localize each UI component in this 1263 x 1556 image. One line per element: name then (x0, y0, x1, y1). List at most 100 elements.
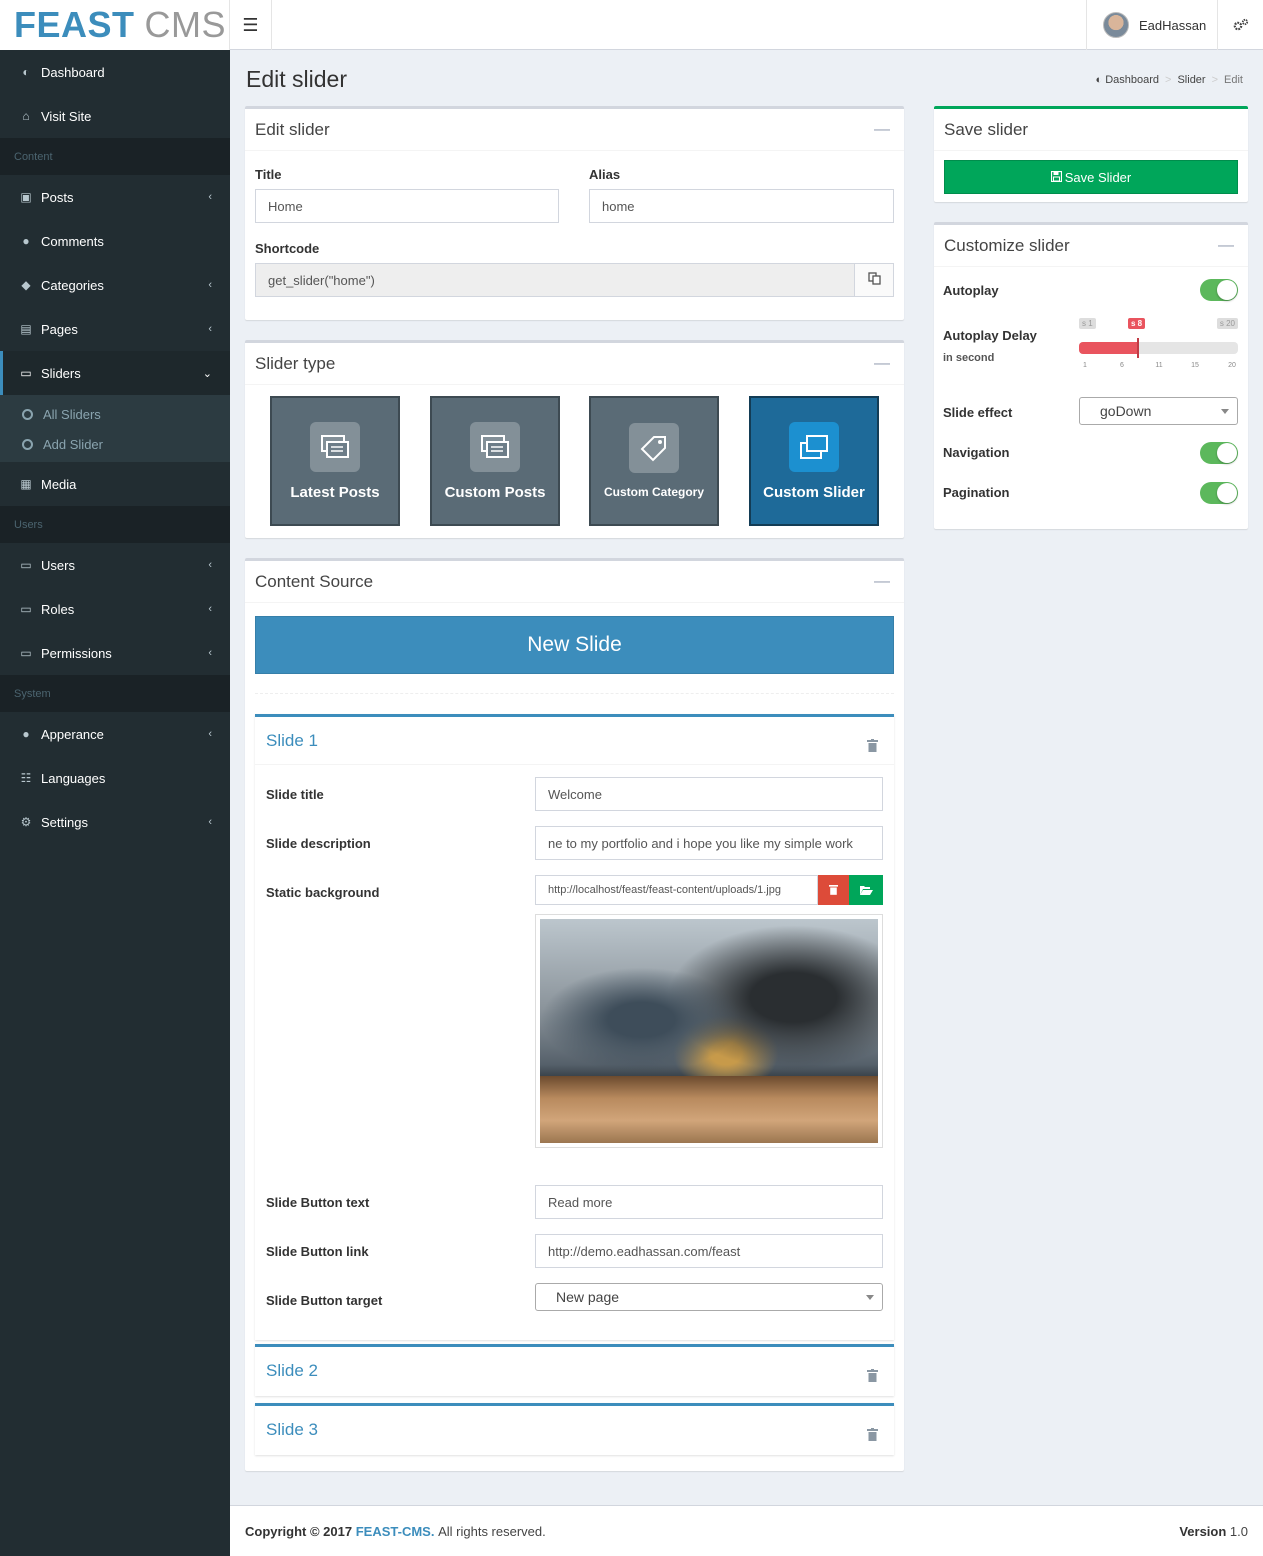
title-field[interactable]: Home (255, 189, 559, 223)
save-slider-button[interactable]: Save Slider (944, 160, 1238, 194)
slide-heading[interactable]: Slide 2 (255, 1347, 894, 1395)
breadcrumb-home[interactable]: ◐ Dashboard (1096, 74, 1160, 86)
autoplay-toggle[interactable] (1200, 279, 1238, 301)
circle-icon (22, 438, 33, 450)
browse-background-button[interactable] (849, 875, 883, 905)
sidebar-item-pages[interactable]: ▤ Pages ‹ (0, 307, 230, 351)
sidebar-item-permissions[interactable]: ▭ Permissions ‹ (0, 631, 230, 675)
slider-tick-label: 6 (1120, 362, 1124, 369)
type-custom-posts[interactable]: Custom Posts (430, 396, 560, 526)
sidebar-item-media[interactable]: ▦ Media (0, 462, 230, 506)
trash-icon[interactable] (867, 737, 878, 752)
sidebar-item-categories[interactable]: ◆ Categories ‹ (0, 263, 230, 307)
sidebar-item-label: Comments (41, 233, 104, 249)
sidebar-item-label: Visit Site (41, 108, 92, 124)
navigation-toggle[interactable] (1200, 442, 1238, 464)
slide-title-field[interactable]: Welcome (535, 777, 883, 811)
sidebar-subitem-all-sliders[interactable]: All Sliders (0, 399, 230, 429)
gears-icon: ⚙ (20, 815, 32, 829)
slide-button-target-select[interactable]: New page (535, 1283, 883, 1311)
circle-icon (22, 408, 33, 420)
autoplay-delay-slider[interactable]: s 1 s 8 s 20 1 6 11 15 20 (1079, 318, 1238, 378)
box-header: Slider type — (245, 343, 904, 385)
slider-tick-label: 1 (1083, 362, 1087, 369)
type-label: Custom Slider (763, 483, 865, 501)
copy-icon (867, 272, 881, 288)
tint-icon: ● (22, 727, 30, 741)
sidebar-item-label: Settings (41, 814, 88, 830)
slider-tick-label: 11 (1155, 362, 1163, 369)
type-custom-category[interactable]: Custom Category (589, 396, 719, 526)
sidebar-item-label: Sliders (41, 365, 81, 381)
type-latest-posts[interactable]: Latest Posts (270, 396, 400, 526)
desktop-icon: ▭ (20, 602, 32, 616)
sidebar-toggle-icon[interactable]: ☰ (230, 0, 272, 50)
sidebar-item-label: Permissions (41, 645, 112, 661)
chevron-left-icon: ‹ (208, 816, 212, 828)
gears-icon[interactable] (1218, 0, 1263, 50)
home-icon: ⌂ (22, 109, 30, 123)
sidebar-item-comments[interactable]: ● Comments (0, 219, 230, 263)
sidebar-item-label: Dashboard (41, 64, 105, 80)
sidebar-item-settings[interactable]: ⚙ Settings ‹ (0, 800, 230, 844)
sidebar-item-languages[interactable]: ☷ Languages (0, 756, 230, 800)
sidebar-subitem-add-slider[interactable]: Add Slider (0, 429, 230, 459)
box-title: Content Source (255, 571, 374, 591)
footer: Copyright © 2017 FEAST-CMS. All rights r… (230, 1505, 1263, 1556)
logo[interactable]: FEAST CMS (0, 0, 230, 50)
static-background-label: Static background (266, 885, 380, 900)
sidebar-item-sliders[interactable]: ▭ Sliders ⌄ (0, 351, 230, 395)
breadcrumb-slider[interactable]: Slider (1177, 74, 1205, 86)
sidebar-item-label: Apperance (41, 726, 104, 742)
comment-icon: ● (22, 234, 30, 248)
language-icon: ☷ (20, 771, 32, 785)
background-url-field[interactable]: http://localhost/feast/feast-content/upl… (535, 875, 818, 905)
save-slider-box: Save slider Save Slider (934, 106, 1248, 202)
navigation-label: Navigation (943, 445, 1010, 460)
minus-icon[interactable]: — (874, 355, 890, 373)
sidebar-item-apperance[interactable]: ● Apperance ‹ (0, 712, 230, 756)
chevron-left-icon: ‹ (208, 559, 212, 571)
sidebar-item-posts[interactable]: ▣ Posts ‹ (0, 175, 230, 219)
slider-tick-label: 15 (1191, 362, 1199, 369)
user-menu[interactable]: EadHassan (1086, 0, 1218, 50)
slider-min-label: s 1 (1079, 318, 1096, 329)
avatar (1103, 12, 1129, 38)
slide-description-label: Slide description (266, 836, 371, 851)
slide-effect-label: Slide effect (943, 405, 1013, 420)
sidebar-item-dashboard[interactable]: ◐ Dashboard (0, 50, 230, 94)
brand-link[interactable]: FEAST-CMS. (356, 1524, 435, 1539)
shortcode-label: Shortcode (255, 241, 320, 256)
trash-icon[interactable] (867, 1426, 878, 1441)
slide-panel-1: Slide 1 Slide title Welcome Slide descri… (255, 714, 894, 1340)
new-slide-button[interactable]: New Slide (255, 616, 894, 674)
type-custom-slider[interactable]: Custom Slider (749, 396, 879, 526)
minus-icon[interactable]: — (874, 121, 890, 139)
minus-icon[interactable]: — (1218, 237, 1234, 255)
sidebar-subitem-label: Add Slider (43, 436, 103, 452)
sidebar-item-roles[interactable]: ▭ Roles ‹ (0, 587, 230, 631)
remove-background-button[interactable] (818, 875, 849, 905)
trash-icon[interactable] (867, 1367, 878, 1382)
sidebar: ◐ Dashboard ⌂ Visit Site Content ▣ Posts ‹ ●… (0, 50, 230, 1556)
slide-effect-select[interactable]: goDown (1079, 397, 1238, 425)
sidebar-item-visit-site[interactable]: ⌂ Visit Site (0, 94, 230, 138)
slide-description-field[interactable]: ne to my portfolio and i hope you like m… (535, 826, 883, 860)
title-label: Title (255, 167, 282, 182)
slider-handle[interactable] (1137, 338, 1139, 358)
sidebar-item-users[interactable]: ▭ Users ‹ (0, 543, 230, 587)
caret-down-icon (1221, 409, 1229, 414)
minus-icon[interactable]: — (874, 573, 890, 591)
pagination-toggle[interactable] (1200, 482, 1238, 504)
slide-button-link-field[interactable]: http://demo.eadhassan.com/feast (535, 1234, 883, 1268)
box-header: Save slider (934, 109, 1248, 151)
alias-field[interactable]: home (589, 189, 894, 223)
copy-button[interactable] (854, 263, 894, 297)
slide-heading[interactable]: Slide 3 (255, 1406, 894, 1454)
slide-heading[interactable]: Slide 1 (255, 717, 894, 765)
desktop-icon: ▭ (20, 646, 32, 660)
sidebar-section-users: Users (0, 506, 230, 543)
chevron-left-icon: ‹ (208, 603, 212, 615)
slide-button-text-field[interactable]: Read more (535, 1185, 883, 1219)
alias-label: Alias (589, 167, 621, 182)
